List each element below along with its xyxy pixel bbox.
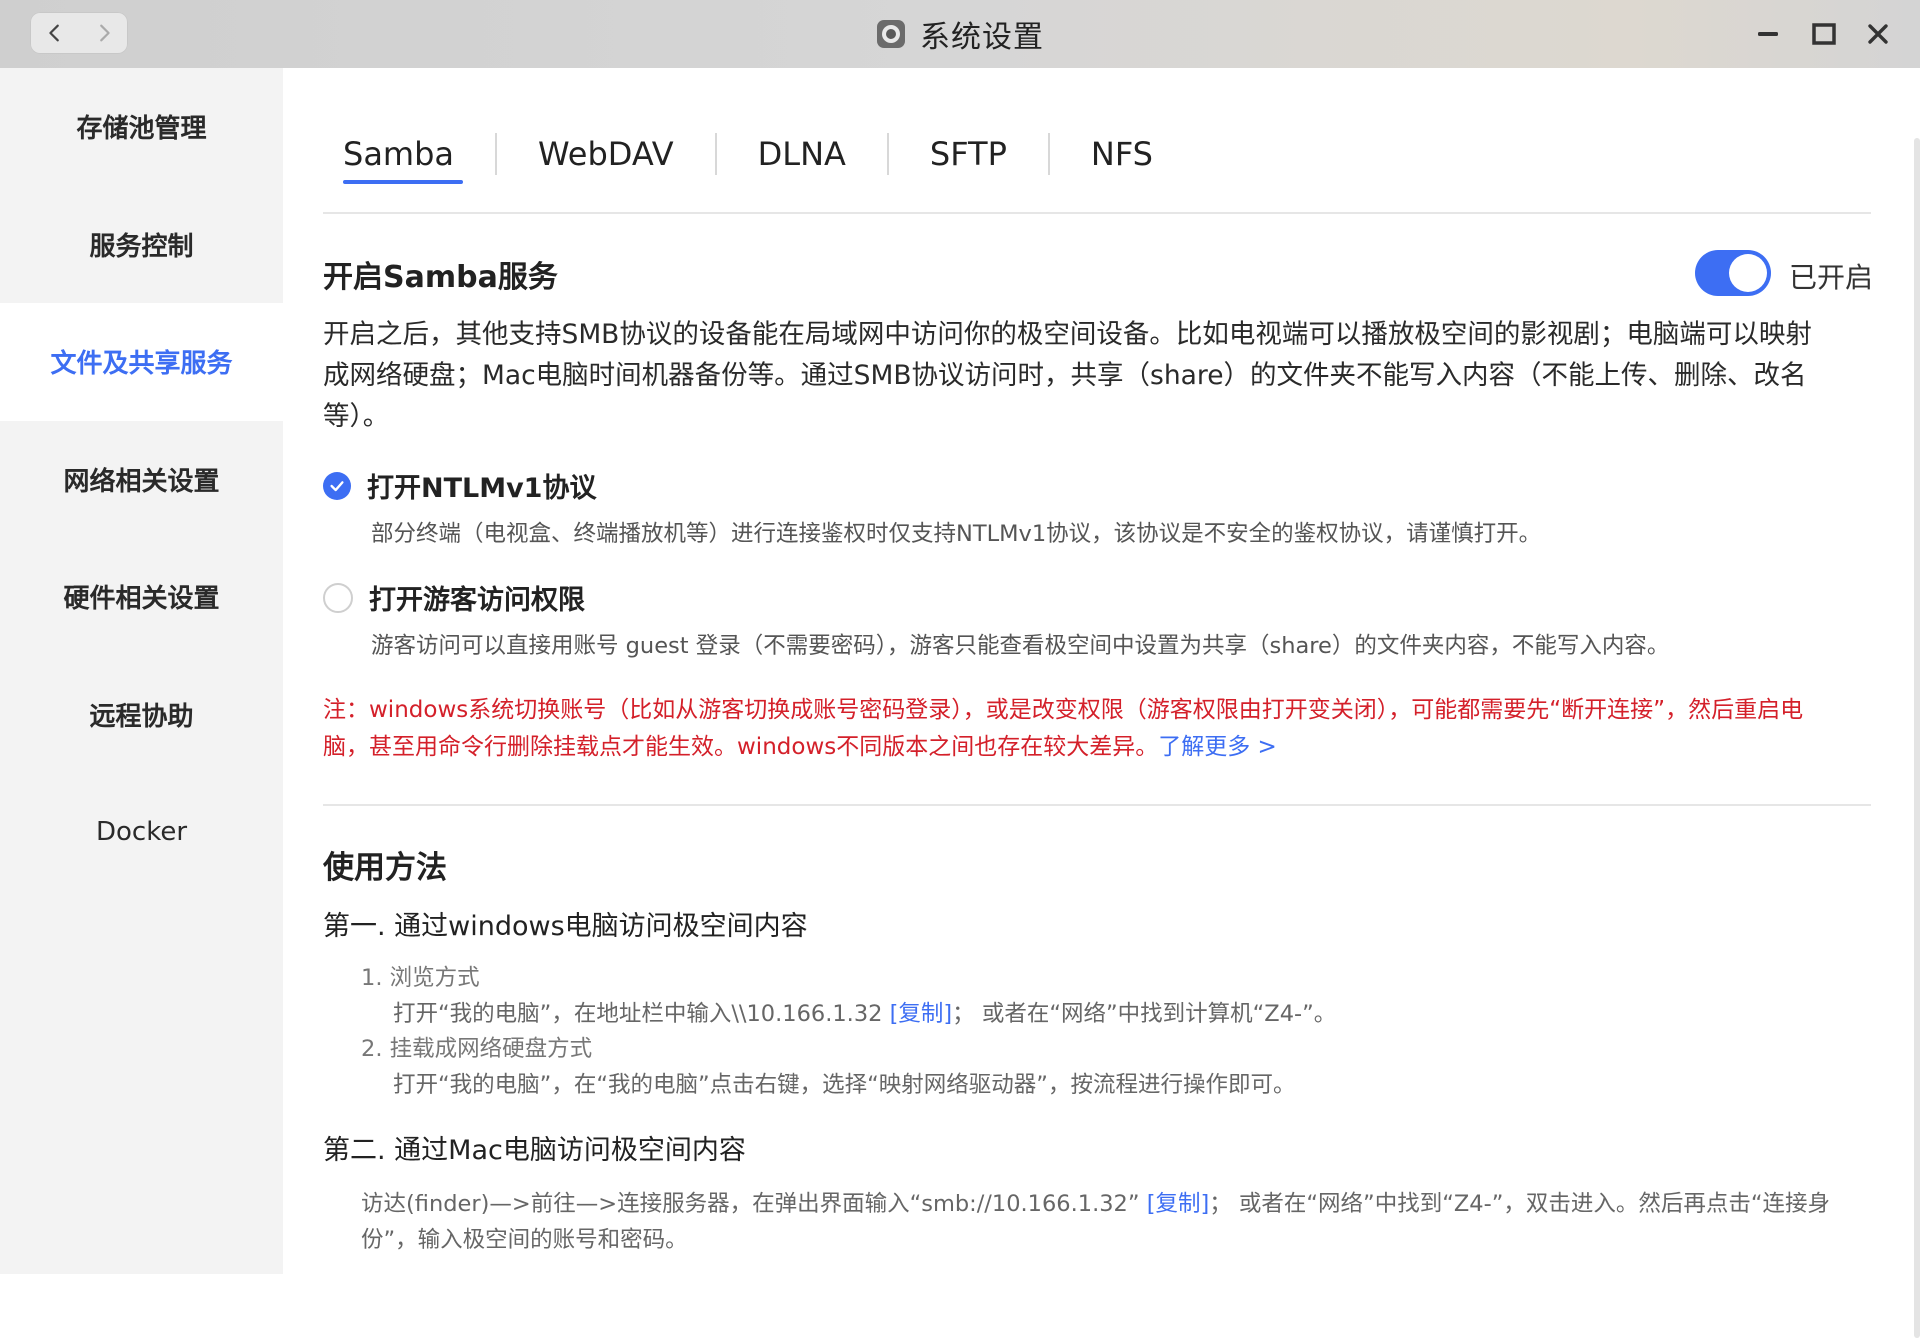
minimize-icon xyxy=(1758,32,1778,36)
note-line: 脑，甚至用命令行删除挂载点才能生效。windows不同版本之间也存在较大差异。了… xyxy=(323,729,1878,766)
map-drive-step-desc: 打开“我的电脑”，在“我的电脑”点击右键，选择“映射网络驱动器”，按流程进行操作… xyxy=(393,1072,1296,1098)
sidebar-item-remote-assist[interactable]: 远程协助 xyxy=(0,656,283,774)
title-bar: 系统设置 xyxy=(0,0,1920,68)
samba-section-title: 开启Samba服务 xyxy=(323,260,558,295)
tab-webdav[interactable]: WebDAV xyxy=(497,124,715,184)
guest-label: 打开游客访问权限 xyxy=(369,585,585,616)
guest-description: 游客访问可以直接用账号 guest 登录（不需要密码），游客只能查看极空间中设置… xyxy=(371,633,1670,659)
samba-toggle[interactable] xyxy=(1695,250,1771,296)
divider xyxy=(323,804,1871,806)
window-title: 系统设置 xyxy=(920,20,1044,55)
description-line: 等）。 xyxy=(323,401,390,432)
sidebar-item-service-control[interactable]: 服务控制 xyxy=(0,186,283,304)
settings-app-icon xyxy=(877,20,905,48)
toggle-knob xyxy=(1729,254,1767,292)
usage-title: 使用方法 xyxy=(323,850,447,886)
sidebar-item-storage-pool[interactable]: 存储池管理 xyxy=(0,68,283,186)
sidebar: 存储池管理 服务控制 文件及共享服务 网络相关设置 硬件相关设置 远程协助 Do… xyxy=(0,68,283,1274)
checkmark-icon xyxy=(330,480,344,491)
browse-step-text: 打开“我的电脑”，在地址栏中输入\\10.166.1.32 xyxy=(393,1001,883,1027)
main-panel: Samba WebDAV DLNA SFTP NFS 开启Samba服务 已开启… xyxy=(283,68,1920,1338)
sidebar-item-hardware[interactable]: 硬件相关设置 xyxy=(0,538,283,656)
note-line: 注：windows系统切换账号（比如从游客切换成账号密码登录），或是改变权限（游… xyxy=(323,697,1804,723)
scrollbar[interactable] xyxy=(1914,138,1920,1338)
ntlm-label: 打开NTLMv1协议 xyxy=(367,473,597,504)
learn-more-link[interactable]: 了解更多 > xyxy=(1158,734,1277,760)
ntlm-option: 打开NTLMv1协议 xyxy=(323,466,596,505)
description-line: 成网络硬盘；Mac电脑时间机器备份等。通过SMB协议访问时，共享（share）的… xyxy=(323,360,1807,391)
browse-step-text: ； 或者在“网络”中找到计算机“Z4-”。 xyxy=(952,1001,1337,1027)
sidebar-item-docker[interactable]: Docker xyxy=(0,773,283,891)
copy-smb-button[interactable]: [复制] xyxy=(1147,1191,1210,1217)
divider xyxy=(323,212,1871,214)
warning-note: 注：windows系统切换账号（比如从游客切换成账号密码登录），或是改变权限（游… xyxy=(323,692,1878,766)
guest-checkbox[interactable] xyxy=(323,582,353,613)
tab-nfs[interactable]: NFS xyxy=(1050,124,1194,184)
close-button[interactable] xyxy=(1860,16,1896,52)
browse-step-desc: 打开“我的电脑”，在地址栏中输入\\10.166.1.32 [复制]； 或者在“… xyxy=(393,996,1336,1028)
mac-text: ； 或者在“网络”中找到“Z4-”，双击进入。然后再点击“连接身 xyxy=(1209,1191,1831,1217)
ntlm-checkbox[interactable] xyxy=(323,471,351,500)
mac-access-title: 第二. 通过Mac电脑访问极空间内容 xyxy=(323,1135,746,1166)
protocol-tabs: Samba WebDAV DLNA SFTP NFS xyxy=(323,124,1194,184)
mac-text: 访达(finder)—>前往—>连接服务器，在弹出界面输入“smb://10.1… xyxy=(361,1191,1140,1217)
note-text: 脑，甚至用命令行删除挂载点才能生效。windows不同版本之间也存在较大差异。 xyxy=(323,734,1159,760)
map-drive-step-title: 2. 挂载成网络硬盘方式 xyxy=(361,1036,593,1062)
maximize-icon xyxy=(1812,23,1836,45)
close-icon xyxy=(1868,24,1888,44)
sidebar-item-file-sharing[interactable]: 文件及共享服务 xyxy=(0,303,283,421)
sidebar-item-network[interactable]: 网络相关设置 xyxy=(0,421,283,539)
maximize-button[interactable] xyxy=(1806,16,1842,52)
ntlm-description: 部分终端（电视盒、终端播放机等）进行连接鉴权时仅支持NTLMv1协议，该协议是不… xyxy=(371,521,1542,547)
tab-samba[interactable]: Samba xyxy=(323,124,495,184)
mac-line: 访达(finder)—>前往—>连接服务器，在弹出界面输入“smb://10.1… xyxy=(361,1186,1901,1222)
samba-description: 开启之后，其他支持SMB协议的设备能在局域网中访问你的极空间设备。比如电视端可以… xyxy=(323,314,1873,437)
tab-sftp[interactable]: SFTP xyxy=(889,124,1048,184)
tab-dlna[interactable]: DLNA xyxy=(717,124,887,184)
mac-access-desc: 访达(finder)—>前往—>连接服务器，在弹出界面输入“smb://10.1… xyxy=(361,1186,1901,1258)
description-line: 开启之后，其他支持SMB协议的设备能在局域网中访问你的极空间设备。比如电视端可以… xyxy=(323,319,1812,350)
windows-access-title: 第一. 通过windows电脑访问极空间内容 xyxy=(323,911,808,942)
guest-option: 打开游客访问权限 xyxy=(323,578,585,617)
browse-step-title: 1. 浏览方式 xyxy=(361,965,480,991)
minimize-button[interactable] xyxy=(1750,16,1786,52)
mac-line: 份”，输入极空间的账号和密码。 xyxy=(361,1227,688,1253)
copy-address-button[interactable]: [复制] xyxy=(890,1001,953,1027)
toggle-status-label: 已开启 xyxy=(1789,261,1874,294)
